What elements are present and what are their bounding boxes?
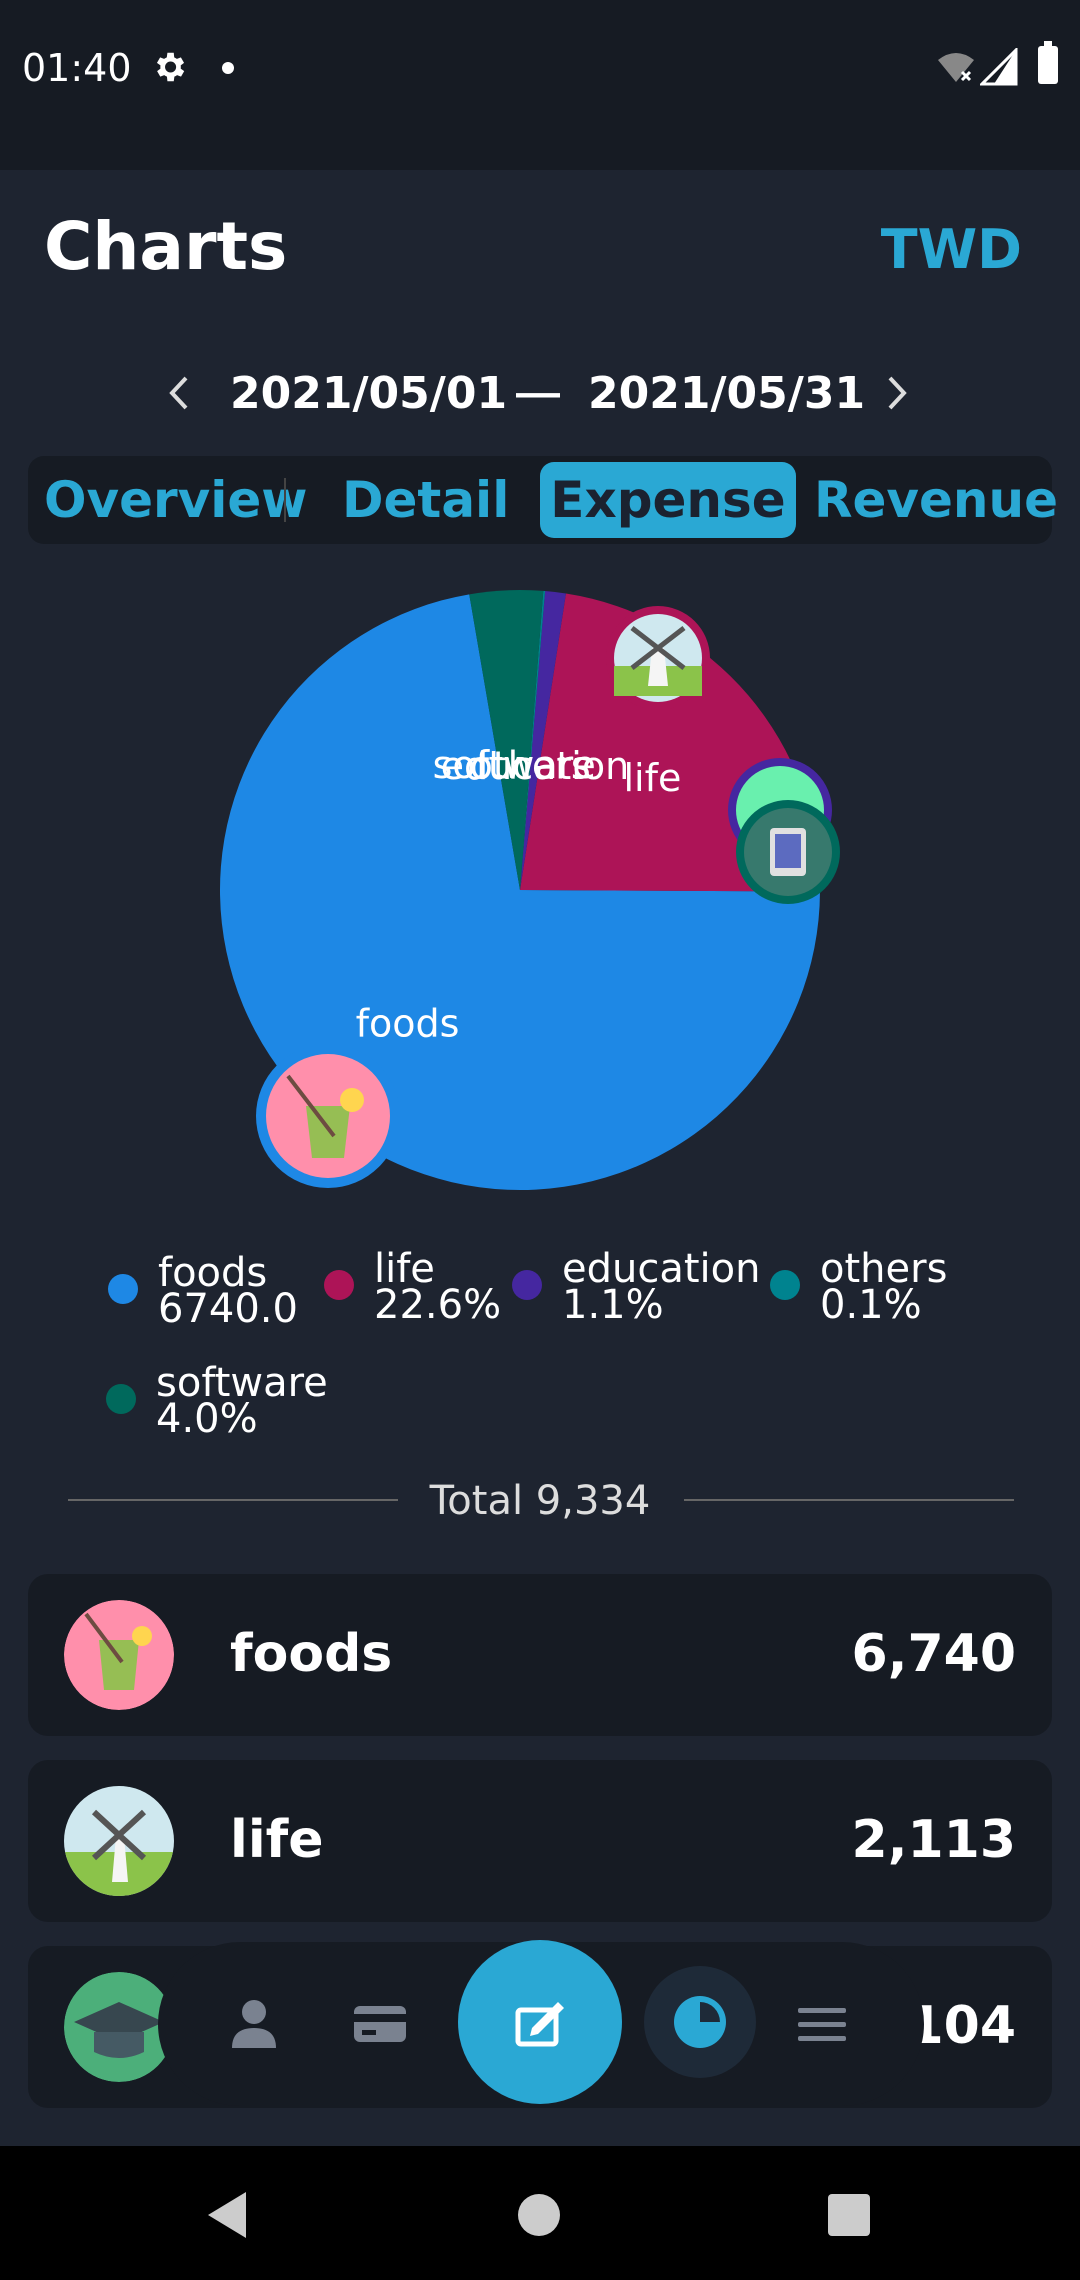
category-name: foods [230, 1624, 393, 1684]
date-separator: — [516, 368, 560, 417]
tab-divider [284, 478, 286, 522]
currency-selector[interactable]: TWD [881, 218, 1022, 281]
legend-swatch [106, 1384, 136, 1414]
legend-swatch [512, 1270, 542, 1300]
wifi-off-icon [938, 53, 974, 82]
category-amount: 2,113 [851, 1810, 1016, 1870]
legend-value: 0.1% [820, 1282, 922, 1328]
legend-swatch [770, 1270, 800, 1300]
foods-badge-icon [256, 1044, 400, 1188]
legend-value: 6740.0 [158, 1286, 298, 1332]
list-icon[interactable] [792, 1994, 852, 2054]
legend-swatch [324, 1270, 354, 1300]
tab-revenue[interactable]: Revenue [814, 456, 1058, 544]
category-row-life[interactable]: life 2,113 [28, 1760, 1052, 1922]
chevron-right-icon [888, 376, 907, 410]
legend-value: 22.6% [374, 1282, 502, 1328]
tab-overview[interactable]: Overview [44, 456, 308, 544]
divider [684, 1499, 1014, 1501]
page-title: Charts [44, 208, 288, 285]
pie-label-software: software [433, 743, 596, 787]
tab-expense[interactable]: Expense [540, 462, 796, 538]
credit-card-icon[interactable] [350, 1994, 410, 2054]
edit-note-icon [515, 2002, 564, 2047]
total-label: Total 9,334 [429, 1478, 651, 1524]
pie-chart-icon [674, 1996, 726, 2048]
windmill-icon [64, 1786, 174, 1896]
next-period-button[interactable] [872, 368, 922, 418]
charts-nav-button[interactable] [644, 1966, 756, 2078]
home-icon[interactable] [518, 2194, 560, 2236]
status-bar: 01:40 [0, 0, 1080, 170]
pie-label-life: life [623, 756, 681, 800]
previous-period-button[interactable] [154, 368, 204, 418]
date-end[interactable]: 2021/05/31 [588, 368, 865, 419]
recent-apps-icon[interactable] [828, 2194, 870, 2236]
legend-value: 1.1% [562, 1282, 664, 1328]
life-badge-icon [606, 606, 710, 710]
legend-swatch [108, 1274, 138, 1304]
chevron-left-icon [169, 376, 188, 410]
person-icon[interactable] [224, 1994, 284, 2054]
category-name: life [230, 1810, 324, 1870]
system-navigation-bar [0, 2146, 1080, 2280]
date-start[interactable]: 2021/05/01 [230, 368, 507, 419]
drink-icon [64, 1600, 174, 1710]
software-badge-icon [736, 800, 840, 904]
expense-pie-chart[interactable]: foodslifeeducationotherssoftware [0, 560, 1080, 1220]
signal-icon [980, 48, 1018, 86]
chart-legend: foods 6740.0 life 22.6% education 1.1% o… [0, 1246, 1080, 1460]
chart-tabs: Overview Detail Expense Revenue [28, 456, 1058, 544]
date-range: 2021/05/01 — 2021/05/31 [0, 360, 1080, 430]
add-record-button[interactable] [458, 1940, 622, 2104]
battery-icon [1038, 41, 1058, 84]
status-time: 01:40 [22, 46, 132, 90]
gear-icon [156, 52, 185, 82]
pie-label-foods: foods [356, 1002, 460, 1046]
legend-value: 4.0% [156, 1396, 258, 1442]
tab-detail[interactable]: Detail [342, 456, 509, 544]
notification-dot-icon [222, 62, 234, 74]
category-row-foods[interactable]: foods 6,740 [28, 1574, 1052, 1736]
total-summary: Total 9,334 [0, 1472, 1080, 1528]
back-icon[interactable] [206, 2190, 248, 2240]
category-amount: 6,740 [851, 1624, 1016, 1684]
